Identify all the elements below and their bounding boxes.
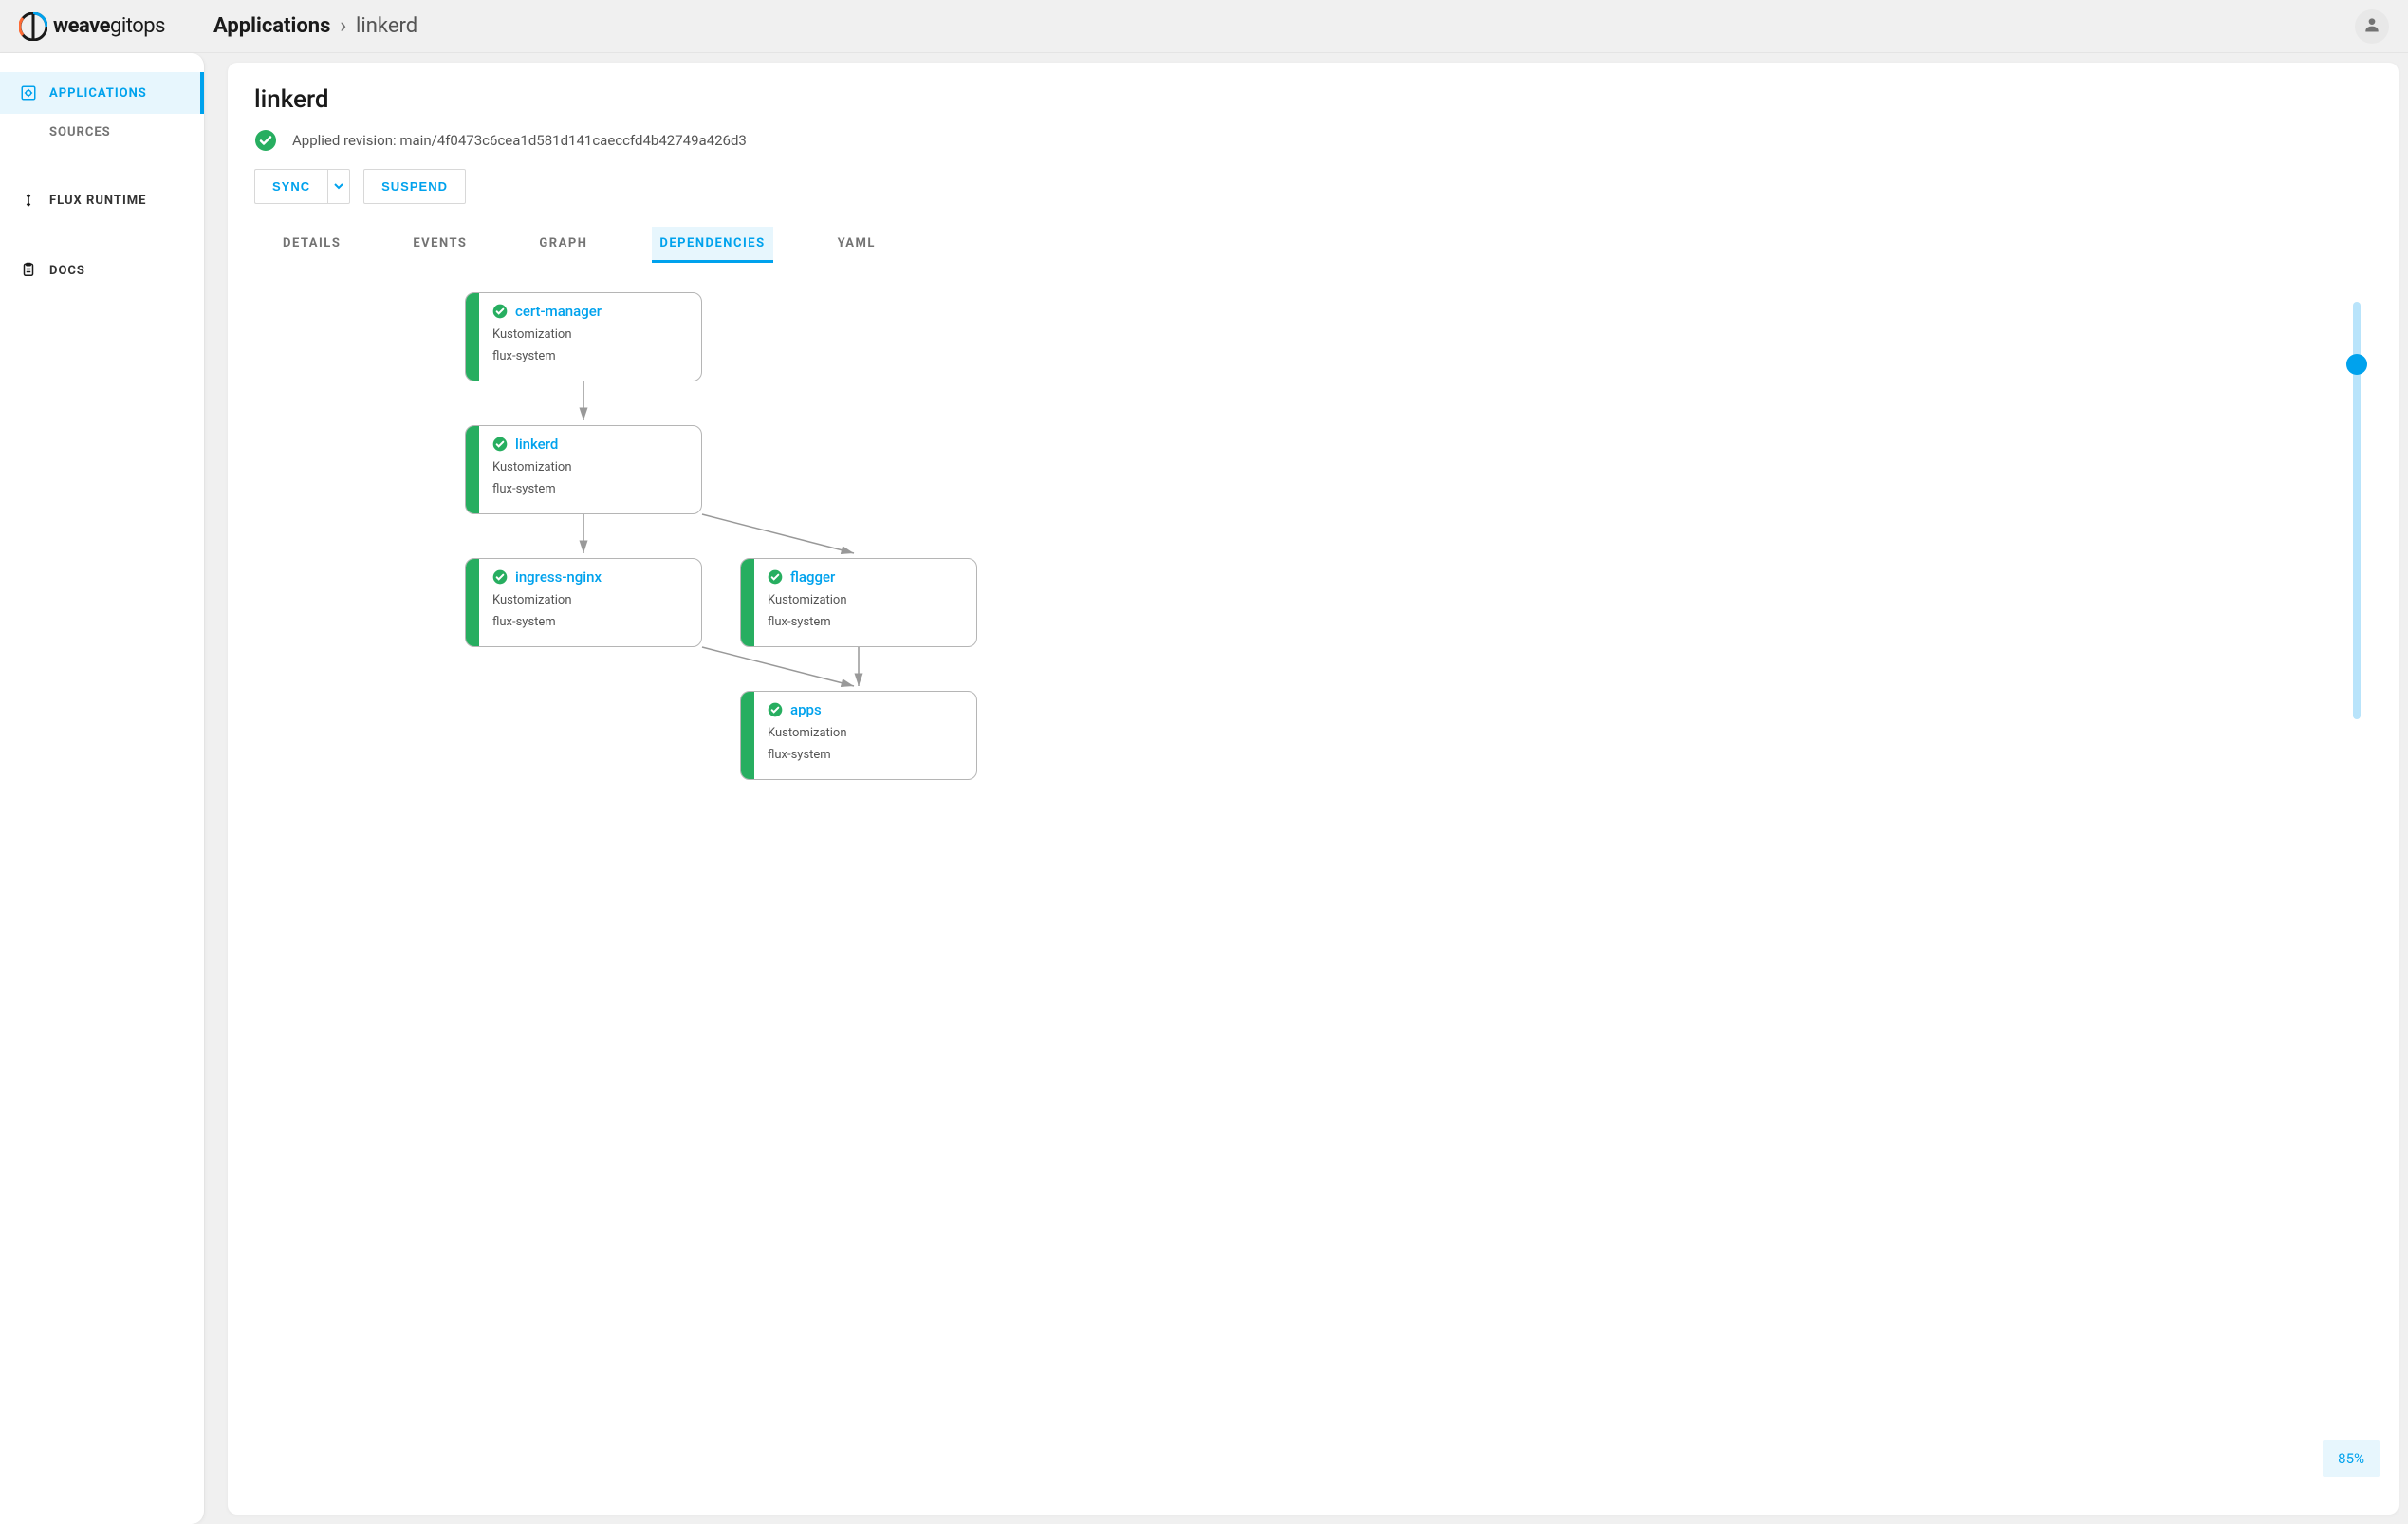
tabs: DETAILS EVENTS GRAPH DEPENDENCIES YAML <box>228 214 2399 264</box>
user-icon <box>2362 15 2381 37</box>
brand-text-1: weave <box>53 14 110 38</box>
tab-details[interactable]: DETAILS <box>275 227 348 263</box>
breadcrumb-root[interactable]: Applications <box>213 14 330 38</box>
node-namespace: flux-system <box>492 349 602 363</box>
breadcrumb-leaf: linkerd <box>356 14 417 38</box>
topbar: weavegitops Applications › linkerd <box>0 0 2408 53</box>
node-status-stripe <box>741 559 754 646</box>
sidebar-item-applications[interactable]: APPLICATIONS <box>0 72 204 114</box>
tab-graph[interactable]: GRAPH <box>531 227 595 263</box>
main-panel: linkerd Applied revision: main/4f0473c6c… <box>205 53 2408 1524</box>
dependency-graph-canvas[interactable]: cert-manager Kustomization flux-system <box>228 264 2399 1515</box>
check-icon <box>254 129 277 152</box>
node-kind: Kustomization <box>768 726 847 740</box>
apps-icon <box>19 84 38 102</box>
node-cert-manager[interactable]: cert-manager Kustomization flux-system <box>465 292 702 381</box>
node-status-stripe <box>466 559 479 646</box>
node-linkerd[interactable]: linkerd Kustomization flux-system <box>465 425 702 514</box>
node-title: cert-manager <box>515 303 602 320</box>
node-ingress-nginx[interactable]: ingress-nginx Kustomization flux-system <box>465 558 702 647</box>
check-icon <box>492 304 508 319</box>
node-namespace: flux-system <box>768 748 847 762</box>
node-status-stripe <box>466 426 479 513</box>
node-namespace: flux-system <box>492 615 602 629</box>
logo-mark-icon <box>19 12 47 41</box>
brand-text-2: gitops <box>110 14 165 38</box>
suspend-button[interactable]: SUSPEND <box>363 169 466 204</box>
node-apps[interactable]: apps Kustomization flux-system <box>740 691 977 780</box>
node-kind: Kustomization <box>492 327 602 342</box>
check-icon <box>492 437 508 452</box>
node-kind: Kustomization <box>492 593 602 607</box>
tab-dependencies[interactable]: DEPENDENCIES <box>652 227 772 263</box>
sidebar-item-flux-runtime[interactable]: FLUX RUNTIME <box>0 179 204 221</box>
node-title: flagger <box>790 568 835 585</box>
sidebar-item-label: APPLICATIONS <box>49 86 147 101</box>
zoom-value-badge: 85% <box>2323 1440 2380 1477</box>
breadcrumb: Applications › linkerd <box>213 14 417 38</box>
sync-button-group: SYNC <box>254 169 350 204</box>
node-namespace: flux-system <box>492 482 572 496</box>
sidebar-item-docs[interactable]: DOCS <box>0 250 204 291</box>
sync-dropdown-button[interactable] <box>327 169 350 204</box>
status-text: Applied revision: main/4f0473c6cea1d581d… <box>292 132 747 149</box>
check-icon <box>768 569 783 585</box>
zoom-slider-track[interactable] <box>2353 302 2361 719</box>
sidebar-item-label: SOURCES <box>49 125 111 139</box>
node-namespace: flux-system <box>768 615 847 629</box>
node-status-stripe <box>466 293 479 381</box>
sidebar-item-sources[interactable]: SOURCES <box>0 114 204 151</box>
node-kind: Kustomization <box>492 460 572 474</box>
sidebar-item-label: FLUX RUNTIME <box>49 194 146 208</box>
logo[interactable]: weavegitops <box>19 12 213 41</box>
sidebar-item-label: DOCS <box>49 264 85 278</box>
check-icon <box>492 569 508 585</box>
check-icon <box>768 702 783 717</box>
node-title: linkerd <box>515 436 558 453</box>
page-title: linkerd <box>254 85 2372 114</box>
chevron-right-icon: › <box>340 14 346 38</box>
sidebar: APPLICATIONS SOURCES FLUX RUNTIME <box>0 53 205 1524</box>
sync-button[interactable]: SYNC <box>254 169 327 204</box>
node-status-stripe <box>741 692 754 779</box>
tab-yaml[interactable]: YAML <box>830 227 883 263</box>
node-kind: Kustomization <box>768 593 847 607</box>
docs-icon <box>19 261 38 280</box>
flux-icon <box>19 191 38 210</box>
zoom-slider-thumb[interactable] <box>2346 354 2367 375</box>
node-title: ingress-nginx <box>515 568 602 585</box>
node-flagger[interactable]: flagger Kustomization flux-system <box>740 558 977 647</box>
user-menu-button[interactable] <box>2355 9 2389 44</box>
tab-events[interactable]: EVENTS <box>405 227 474 263</box>
node-title: apps <box>790 701 822 718</box>
chevron-down-icon <box>334 179 343 194</box>
